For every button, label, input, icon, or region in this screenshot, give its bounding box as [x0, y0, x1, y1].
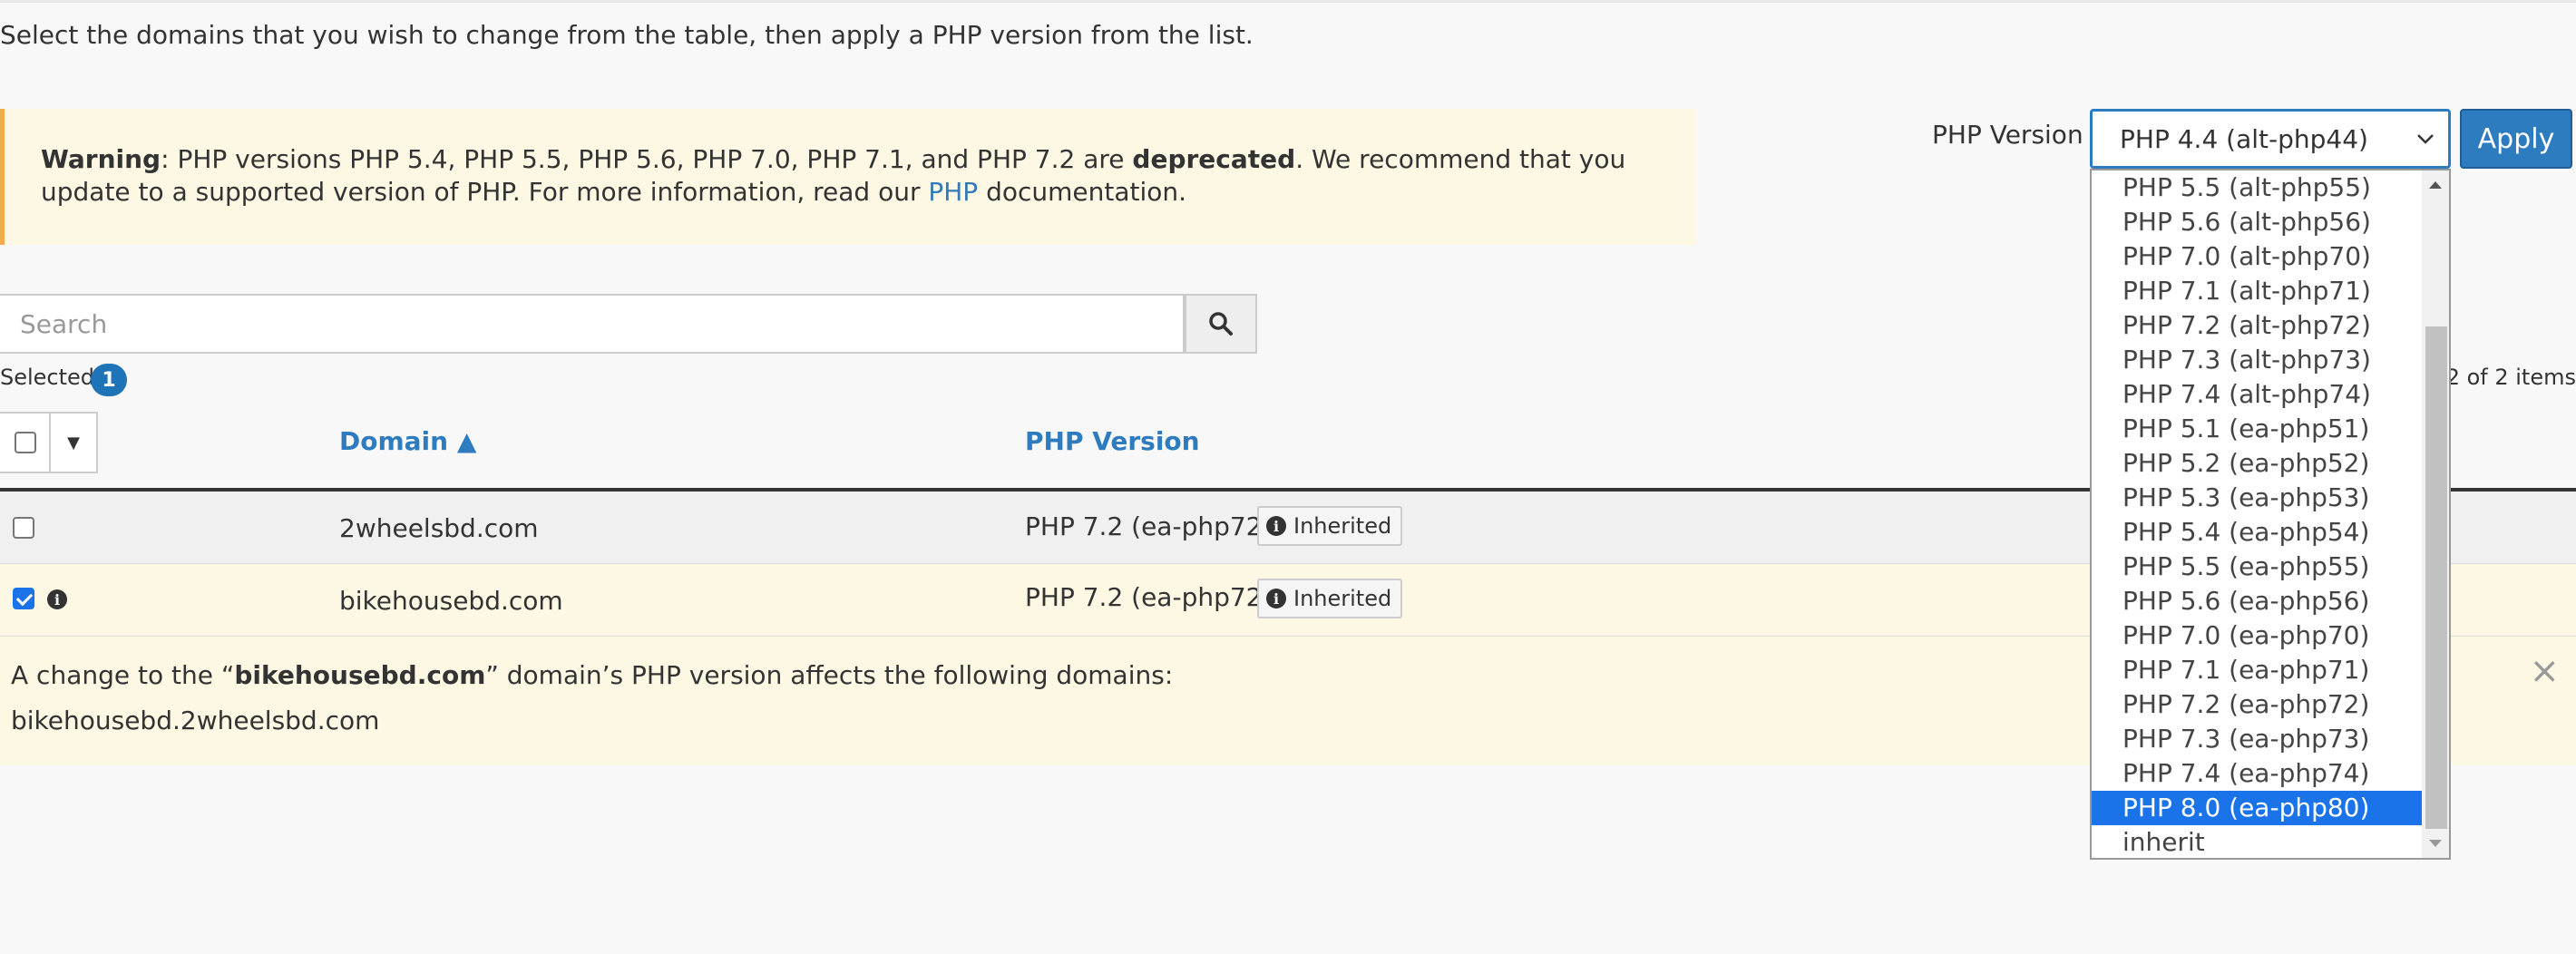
php-version-option[interactable]: PHP 7.0 (ea-php70): [2092, 618, 2424, 653]
php-version-option[interactable]: PHP 5.4 (ea-php54): [2092, 515, 2424, 550]
warning-text-3: documentation.: [978, 177, 1187, 207]
top-divider: [0, 0, 2576, 3]
php-version-option[interactable]: inherit: [2092, 825, 2424, 858]
scroll-up-arrow-icon[interactable]: [2429, 181, 2442, 189]
chevron-down-icon: [2417, 134, 2434, 144]
select-all-wrap: [0, 412, 51, 473]
caret-down-icon: ▼: [67, 433, 80, 453]
close-icon[interactable]: ×: [2529, 653, 2560, 689]
selected-count-badge: 1: [91, 364, 127, 396]
selected-label: Selected: [0, 365, 95, 390]
select-all-checkbox[interactable]: [15, 432, 36, 453]
bulk-select-menu-button[interactable]: ▼: [49, 412, 98, 473]
items-count: 2 of 2 items: [2445, 365, 2576, 390]
deprecation-warning: Warning: PHP versions PHP 5.4, PHP 5.5, …: [0, 109, 1696, 245]
inherited-badge: i Inherited: [1257, 579, 1403, 618]
php-version-option[interactable]: PHP 7.1 (ea-php71): [2092, 653, 2424, 687]
php-version-option[interactable]: PHP 5.2 (ea-php52): [2092, 446, 2424, 481]
info-icon: i: [1266, 516, 1286, 536]
php-version-option[interactable]: PHP 7.4 (alt-php74): [2092, 377, 2424, 412]
info-icon[interactable]: i: [47, 589, 67, 609]
search-button[interactable]: [1185, 294, 1257, 354]
apply-button[interactable]: Apply: [2460, 109, 2572, 169]
scroll-down-arrow-icon[interactable]: [2429, 840, 2442, 847]
php-version-option[interactable]: PHP 7.0 (alt-php70): [2092, 239, 2424, 274]
php-version-option[interactable]: PHP 7.1 (alt-php71): [2092, 274, 2424, 308]
php-version-options: PHP 5.5 (alt-php55) PHP 5.6 (alt-php56) PH…: [2092, 170, 2424, 858]
php-version-option[interactable]: PHP 5.6 (ea-php56): [2092, 584, 2424, 618]
php-version-option[interactable]: PHP 5.5 (ea-php55): [2092, 550, 2424, 584]
affected-suffix: ” domain’s PHP version affects the follo…: [485, 660, 1174, 690]
scrollbar-thumb[interactable]: [2425, 326, 2447, 829]
affected-domain: bikehousebd.com: [234, 660, 486, 690]
php-version-option[interactable]: PHP 7.3 (ea-php73): [2092, 722, 2424, 756]
domain-cell: bikehousebd.com: [339, 586, 563, 616]
php-version-option[interactable]: PHP 7.3 (alt-php73): [2092, 343, 2424, 377]
php-version-option[interactable]: PHP 7.2 (alt-php72): [2092, 308, 2424, 343]
php-version-cell: PHP 7.2 (ea-php72): [1025, 582, 1273, 612]
php-version-value: PHP 4.4 (alt-php44): [2120, 123, 2368, 154]
php-version-option[interactable]: PHP 5.6 (alt-php56): [2092, 205, 2424, 239]
affected-prefix: A change to the “: [11, 660, 235, 690]
php-version-option[interactable]: PHP 8.0 (ea-php80): [2092, 791, 2424, 825]
dropdown-scrollbar[interactable]: [2422, 170, 2449, 858]
php-version-option[interactable]: PHP 7.2 (ea-php72): [2092, 687, 2424, 722]
row-checkbox[interactable]: [13, 517, 34, 539]
warning-deprecated: deprecated: [1132, 144, 1296, 174]
php-version-label: PHP Version: [1932, 120, 2083, 150]
php-version-column-header[interactable]: PHP Version: [1025, 426, 1200, 456]
php-version-option[interactable]: PHP 5.3 (ea-php53): [2092, 481, 2424, 515]
warning-text-1: : PHP versions PHP 5.4, PHP 5.5, PHP 5.6…: [161, 144, 1133, 174]
warning-label: Warning: [41, 144, 161, 174]
php-version-select[interactable]: PHP 4.4 (alt-php44): [2090, 109, 2451, 169]
row-checkbox[interactable]: [13, 588, 34, 609]
domain-column-header[interactable]: Domain ▲: [339, 426, 476, 456]
inherited-label: Inherited: [1293, 513, 1392, 539]
info-icon: i: [1266, 589, 1286, 608]
php-version-option[interactable]: PHP 5.5 (alt-php55): [2092, 170, 2424, 205]
php-version-cell: PHP 7.2 (ea-php72): [1025, 511, 1273, 541]
php-docs-link[interactable]: PHP: [928, 177, 978, 207]
inherited-badge: i Inherited: [1257, 506, 1403, 546]
inherited-label: Inherited: [1293, 586, 1392, 611]
domain-cell: 2wheelsbd.com: [339, 513, 539, 543]
search-icon: [1209, 312, 1233, 336]
php-version-option[interactable]: PHP 7.4 (ea-php74): [2092, 756, 2424, 791]
search-input[interactable]: [0, 294, 1185, 354]
intro-text: Select the domains that you wish to chan…: [0, 20, 1254, 50]
php-version-option[interactable]: PHP 5.1 (ea-php51): [2092, 412, 2424, 446]
php-version-dropdown: PHP 5.5 (alt-php55) PHP 5.6 (alt-php56) PH…: [2090, 169, 2451, 860]
